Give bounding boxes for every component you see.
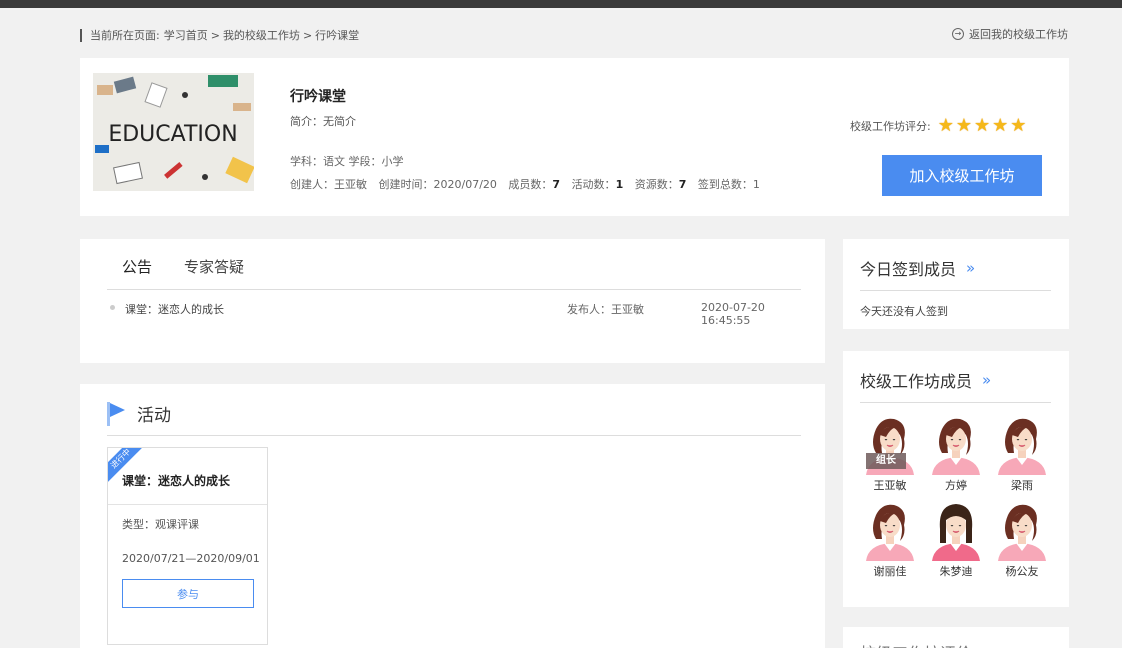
activities-count: 1	[615, 178, 624, 191]
breadcrumb-home[interactable]: 学习首页	[164, 27, 208, 43]
today-signin-panel: 今日签到成员 » 今天还没有人签到	[843, 239, 1069, 329]
rating-stars: ★ ★ ★ ★ ★	[938, 117, 1029, 135]
notice-publisher: 发布人：王亚敏	[567, 303, 644, 316]
activity-name[interactable]: 课堂：迷恋人的成长	[122, 472, 230, 489]
bullet-icon	[110, 305, 115, 310]
members-panel: 校级工作坊成员 » 组长 王亚敏 方婷 梁雨 谢丽佳 朱梦迪 杨公友	[843, 351, 1069, 607]
signins-count: 1	[752, 178, 760, 191]
activity-type: 类型：观课评课	[122, 518, 199, 531]
today-signin-header[interactable]: 今日签到成员 »	[860, 256, 975, 280]
star-icon: ★	[1010, 115, 1027, 136]
members-count-label: 成员数：	[508, 178, 553, 191]
avatar[interactable]	[996, 413, 1048, 475]
created-label: 创建时间：	[378, 178, 434, 191]
member-name[interactable]: 梁雨	[1011, 477, 1033, 493]
member-item[interactable]: 组长王亚敏	[857, 413, 923, 493]
back-link-label: 返回我的校级工作坊	[969, 28, 1068, 41]
workshop-meta: 创建人：王亚敏 创建时间：2020/07/20 成员数：7 活动数：1 资源数：…	[290, 176, 760, 192]
activity-card[interactable]: 进行中 课堂：迷恋人的成长 类型：观课评课 2020/07/21—2020/09…	[107, 447, 268, 645]
activities-panel: 活动 进行中 课堂：迷恋人的成长 类型：观课评课 2020/07/21—2020…	[80, 384, 825, 648]
star-icon: ★	[974, 115, 991, 136]
workshop-intro: 简介：无简介	[290, 115, 356, 128]
tab-announcement[interactable]: 公告	[107, 256, 152, 289]
arrow-right-circle-icon: →	[952, 28, 964, 40]
divider	[860, 290, 1051, 291]
breadcrumb-separator: >	[302, 28, 313, 42]
star-icon: ★	[937, 115, 954, 136]
member-item[interactable]: 朱梦迪	[923, 499, 989, 579]
breadcrumb-current: 行吟课堂	[315, 29, 360, 42]
member-name[interactable]: 王亚敏	[874, 477, 907, 493]
notice-tabs: 公告 专家答疑	[107, 256, 801, 290]
workshop-title: 行吟课堂	[290, 89, 346, 105]
creator-label: 创建人：	[290, 178, 334, 191]
resources-count: 7	[678, 178, 687, 191]
back-to-workshops-link[interactable]: → 返回我的校级工作坊	[952, 26, 1068, 42]
rating-label: 校级工作坊评分:	[850, 120, 931, 133]
avatar[interactable]	[930, 413, 982, 475]
tab-expert-qa[interactable]: 专家答疑	[184, 256, 244, 289]
breadcrumb-prefix: 当前所在页面:	[90, 29, 160, 42]
member-name[interactable]: 杨公友	[1006, 563, 1039, 579]
activities-count-label: 活动数：	[571, 178, 616, 191]
activities-title: 活动	[137, 406, 171, 426]
breadcrumb-my-workshops[interactable]: 我的校级工作坊	[223, 27, 300, 43]
workshop-review-title: 校级工作坊评价	[860, 640, 972, 648]
members-title: 校级工作坊成员	[860, 372, 973, 391]
notice-title[interactable]: 课堂：迷恋人的成长	[125, 301, 224, 317]
member-name[interactable]: 方婷	[945, 477, 967, 493]
activities-header: 活动	[107, 398, 801, 436]
member-name[interactable]: 朱梦迪	[940, 563, 973, 579]
resources-count-label: 资源数：	[634, 178, 679, 191]
activity-dates: 2020/07/21—2020/09/01	[122, 552, 260, 565]
breadcrumb-separator: >	[210, 28, 220, 42]
today-signin-title: 今日签到成员	[860, 260, 957, 279]
member-item[interactable]: 方婷	[923, 413, 989, 493]
notice-panel: 公告 专家答疑 课堂：迷恋人的成长 发布人：王亚敏 2020-07-20 16:…	[80, 239, 825, 363]
members-header[interactable]: 校级工作坊成员 »	[860, 368, 991, 392]
avatar[interactable]	[996, 499, 1048, 561]
divider	[108, 504, 267, 505]
members-grid: 组长 王亚敏 方婷 梁雨 谢丽佳 朱梦迪 杨公友	[857, 413, 1057, 579]
avatar[interactable]	[930, 499, 982, 561]
more-arrow-icon[interactable]: »	[966, 259, 975, 277]
more-arrow-icon[interactable]: »	[982, 371, 991, 389]
avatar[interactable]	[864, 499, 916, 561]
member-name[interactable]: 谢丽佳	[874, 563, 907, 579]
workshop-subject-stage: 学科：语文 学段：小学	[290, 155, 404, 168]
member-item[interactable]: 梁雨	[989, 413, 1055, 493]
flag-icon	[107, 401, 127, 426]
cover-image-text: EDUCATION	[108, 122, 237, 147]
signins-count-label: 签到总数：	[697, 178, 753, 191]
members-count: 7	[552, 178, 561, 191]
created-value: 2020/07/20	[433, 178, 497, 191]
member-item[interactable]: 谢丽佳	[857, 499, 923, 579]
avatar[interactable]: 组长	[864, 413, 916, 475]
star-icon: ★	[955, 115, 972, 136]
workshop-review-panel: 校级工作坊评价	[843, 627, 1069, 648]
participate-button[interactable]: 参与	[122, 579, 254, 608]
breadcrumb-marker	[80, 28, 82, 42]
top-bar	[0, 0, 1122, 8]
today-signin-empty: 今天还没有人签到	[860, 305, 948, 318]
join-workshop-button[interactable]: 加入校级工作坊	[882, 155, 1042, 196]
notice-time: 2020-07-20 16:45:55	[701, 301, 765, 327]
creator-value: 王亚敏	[334, 178, 367, 191]
star-icon: ★	[992, 115, 1009, 136]
divider	[860, 402, 1051, 403]
workshop-cover-image: EDUCATION	[93, 73, 254, 191]
member-item[interactable]: 杨公友	[989, 499, 1055, 579]
breadcrumb: 当前所在页面: 学习首页 > 我的校级工作坊 > 行吟课堂	[80, 27, 359, 43]
workshop-header-card: EDUCATION 行吟课堂 简介：无简介 学科：语文 学段：小学 创建人：王亚…	[80, 58, 1069, 216]
leader-badge: 组长	[866, 453, 906, 469]
workshop-rating: 校级工作坊评分: ★ ★ ★ ★ ★	[850, 117, 1028, 135]
